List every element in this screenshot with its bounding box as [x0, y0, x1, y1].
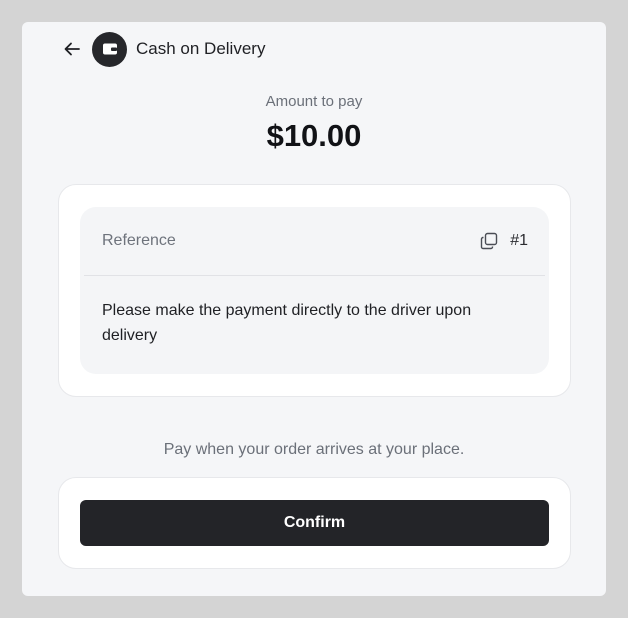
- reference-number: #1: [510, 232, 528, 249]
- header: Cash on Delivery: [60, 31, 266, 67]
- wallet-icon: [102, 43, 117, 55]
- payment-note: Pay when your order arrives at your plac…: [163, 441, 465, 458]
- confirm-button[interactable]: Confirm: [80, 500, 549, 546]
- payment-panel: Cash on Delivery Amount to pay $10.00 Re…: [22, 22, 606, 596]
- reference-label: Reference: [102, 232, 176, 249]
- divider: [84, 275, 545, 276]
- reference-box: Reference #1 Please make the payment dir…: [80, 207, 549, 374]
- payment-method-title: Cash on Delivery: [136, 39, 266, 58]
- copy-icon: [481, 232, 498, 250]
- reference-row: Reference #1: [80, 207, 549, 275]
- payment-method-badge: [92, 31, 127, 67]
- amount-value: $10.00: [266, 118, 362, 153]
- payment-instruction: Please make the payment directly to the …: [102, 302, 472, 344]
- reference-value-group: #1: [478, 230, 528, 252]
- arrow-left-icon: [64, 42, 80, 56]
- copy-reference-button[interactable]: [478, 230, 500, 252]
- amount-label: Amount to pay: [265, 93, 363, 110]
- reference-card: Reference #1 Please make the payment dir…: [58, 184, 571, 397]
- confirm-card: Confirm: [58, 477, 571, 569]
- back-button[interactable]: [60, 37, 84, 61]
